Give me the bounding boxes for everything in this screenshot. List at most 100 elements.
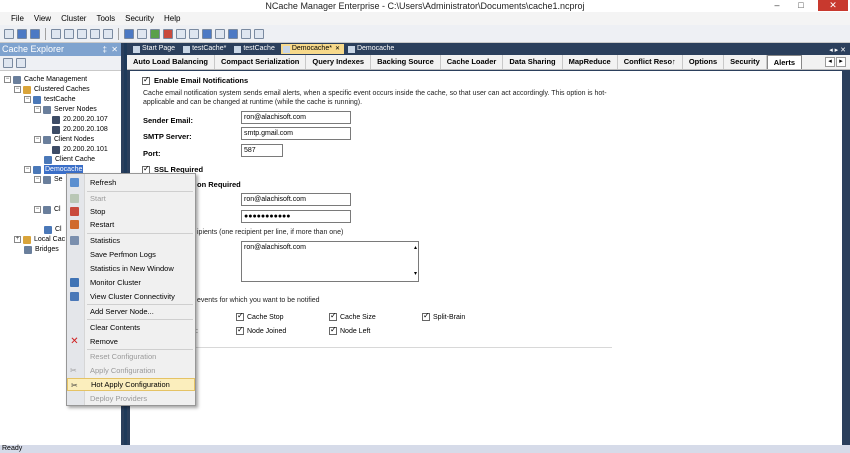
close-tab-icon[interactable]: ✕ bbox=[335, 44, 340, 54]
menu-restart[interactable]: Restart bbox=[67, 218, 195, 231]
menu-security[interactable]: Security bbox=[120, 12, 159, 25]
copy-icon[interactable] bbox=[64, 28, 74, 39]
menu-add-server-node[interactable]: Add Server Node... bbox=[67, 305, 195, 318]
monitor-icon[interactable] bbox=[202, 28, 212, 39]
tab-alerts[interactable]: Alerts bbox=[766, 55, 803, 69]
tree-node-client-1[interactable]: 20.200.20.101 bbox=[52, 145, 108, 154]
tree-node-server-2[interactable]: 20.200.20.108 bbox=[52, 125, 108, 134]
menu-help[interactable]: Help bbox=[159, 12, 185, 25]
tab-auto-load-balancing[interactable]: Auto Load Balancing bbox=[127, 55, 215, 69]
configure-icon[interactable] bbox=[215, 28, 225, 39]
tree-node-testcache[interactable]: − testCache bbox=[24, 95, 76, 104]
tree-node-server-1[interactable]: 20.200.20.107 bbox=[52, 115, 108, 124]
collapse-icon[interactable]: − bbox=[24, 96, 31, 103]
menu-hot-apply-configuration[interactable]: ✂ Hot Apply Configuration bbox=[67, 378, 195, 391]
undo-icon[interactable] bbox=[90, 28, 100, 39]
expand-icon[interactable]: + bbox=[14, 236, 21, 243]
menu-tools[interactable]: Tools bbox=[91, 12, 120, 25]
event-cache-size[interactable]: Cache Size bbox=[329, 311, 376, 321]
menu-apply-configuration[interactable]: ✂ Apply Configuration bbox=[67, 364, 195, 377]
scroll-up-icon[interactable]: ▴ bbox=[414, 243, 417, 254]
tab-mapreduce[interactable]: MapReduce bbox=[563, 55, 618, 69]
connectivity-icon[interactable] bbox=[228, 28, 238, 39]
menu-stop[interactable]: Stop bbox=[67, 205, 195, 218]
doc-tab-democache[interactable]: Democache bbox=[346, 44, 398, 54]
tab-conflict-resolution[interactable]: Conflict Reso↑ bbox=[618, 55, 683, 69]
menu-monitor-cluster[interactable]: Monitor Cluster bbox=[67, 276, 195, 289]
save-icon[interactable] bbox=[30, 28, 40, 39]
scroll-left-icon[interactable]: ◂ bbox=[825, 57, 835, 67]
tree-node-demo-client-cache[interactable]: Cl bbox=[44, 225, 62, 234]
tab-security[interactable]: Security bbox=[724, 55, 767, 69]
collapse-icon[interactable]: − bbox=[34, 176, 41, 183]
menu-statistics[interactable]: Statistics bbox=[67, 234, 195, 247]
start-cache-icon[interactable] bbox=[150, 28, 160, 39]
properties-icon[interactable] bbox=[137, 28, 147, 39]
cache-size-checkbox[interactable] bbox=[329, 311, 337, 321]
maximize-icon[interactable]: □ bbox=[794, 0, 808, 11]
redo-icon[interactable] bbox=[103, 28, 113, 39]
port-field[interactable]: 587 bbox=[241, 144, 283, 157]
menu-view[interactable]: View bbox=[29, 12, 56, 25]
smtp-server-field[interactable]: smtp.gmail.com bbox=[241, 127, 351, 140]
tab-backing-source[interactable]: Backing Source bbox=[371, 55, 441, 69]
doc-tab-testcache[interactable]: testCache bbox=[232, 44, 279, 54]
menu-clear-contents[interactable]: Clear Contents bbox=[67, 321, 195, 334]
doc-tab-testcache-modified[interactable]: testCache* bbox=[181, 44, 230, 54]
help-icon[interactable] bbox=[254, 28, 264, 39]
close-panel-icon[interactable]: ✕ bbox=[111, 43, 118, 56]
explorer-refresh-icon[interactable] bbox=[3, 58, 13, 68]
event-cache-stop[interactable]: Cache Stop bbox=[236, 311, 284, 321]
tab-data-sharing[interactable]: Data Sharing bbox=[503, 55, 563, 69]
tree-node-local-caches[interactable]: + Local Cac bbox=[14, 235, 65, 244]
node-joined-checkbox[interactable] bbox=[236, 325, 244, 335]
add-cache-icon[interactable] bbox=[124, 28, 134, 39]
collapse-icon[interactable]: − bbox=[24, 166, 31, 173]
cut-icon[interactable] bbox=[51, 28, 61, 39]
recipients-textarea[interactable]: ron@alachisoft.com ▴ ▾ bbox=[241, 241, 419, 282]
statistics-icon[interactable] bbox=[189, 28, 199, 39]
paste-icon[interactable] bbox=[77, 28, 87, 39]
menu-file[interactable]: File bbox=[6, 12, 29, 25]
clear-icon[interactable] bbox=[241, 28, 251, 39]
tree-node-client-nodes[interactable]: − Client Nodes bbox=[34, 135, 94, 144]
tree-node-clustered-caches[interactable]: − Clustered Caches bbox=[14, 85, 90, 94]
menu-deploy-providers[interactable]: Deploy Providers bbox=[67, 392, 195, 405]
node-left-checkbox[interactable] bbox=[329, 325, 337, 335]
collapse-icon[interactable]: − bbox=[34, 106, 41, 113]
minimize-icon[interactable]: – bbox=[770, 0, 784, 11]
open-project-icon[interactable] bbox=[17, 28, 27, 39]
refresh-icon[interactable] bbox=[176, 28, 186, 39]
collapse-icon[interactable]: − bbox=[14, 86, 21, 93]
explorer-connect-icon[interactable] bbox=[16, 58, 26, 68]
new-project-icon[interactable] bbox=[4, 28, 14, 39]
tab-options[interactable]: Options bbox=[683, 55, 725, 69]
doc-tab-democache-modified[interactable]: Democache* ✕ bbox=[280, 44, 344, 54]
tree-node-server-nodes[interactable]: − Server Nodes bbox=[34, 105, 97, 114]
cache-stop-checkbox[interactable] bbox=[236, 311, 244, 321]
event-node-joined[interactable]: Node Joined bbox=[236, 325, 286, 335]
tree-node-cache-management[interactable]: − Cache Management bbox=[4, 75, 87, 84]
menu-start[interactable]: Start bbox=[67, 192, 195, 205]
tab-query-indexes[interactable]: Query Indexes bbox=[306, 55, 372, 69]
menu-cluster[interactable]: Cluster bbox=[56, 12, 91, 25]
menu-save-perfmon[interactable]: Save Perfmon Logs bbox=[67, 248, 195, 261]
tree-node-demo-client-nodes[interactable]: − Cl bbox=[34, 205, 61, 214]
doc-tab-start-page[interactable]: Start Page bbox=[131, 44, 179, 54]
tree-node-client-cache[interactable]: Client Cache bbox=[44, 155, 95, 164]
collapse-icon[interactable]: − bbox=[34, 136, 41, 143]
split-brain-checkbox[interactable] bbox=[422, 311, 430, 321]
scroll-down-icon[interactable]: ▾ bbox=[414, 269, 417, 280]
menu-view-connectivity[interactable]: View Cluster Connectivity bbox=[67, 290, 195, 303]
tree-node-demo-server-nodes[interactable]: − Se bbox=[34, 175, 63, 184]
menu-refresh[interactable]: Refresh bbox=[67, 176, 195, 189]
pin-icon[interactable]: ‡ bbox=[103, 43, 107, 56]
scroll-right-icon[interactable]: ▸ bbox=[836, 57, 846, 67]
collapse-icon[interactable]: − bbox=[4, 76, 11, 83]
event-split-brain[interactable]: Split-Brain bbox=[422, 311, 465, 321]
close-icon[interactable]: ✕ bbox=[818, 0, 848, 11]
username-field[interactable]: ron@alachisoft.com bbox=[241, 193, 351, 206]
sender-email-field[interactable]: ron@alachisoft.com bbox=[241, 111, 351, 124]
enable-email-checkbox[interactable] bbox=[142, 75, 150, 85]
tree-node-bridges[interactable]: Bridges bbox=[24, 245, 59, 254]
